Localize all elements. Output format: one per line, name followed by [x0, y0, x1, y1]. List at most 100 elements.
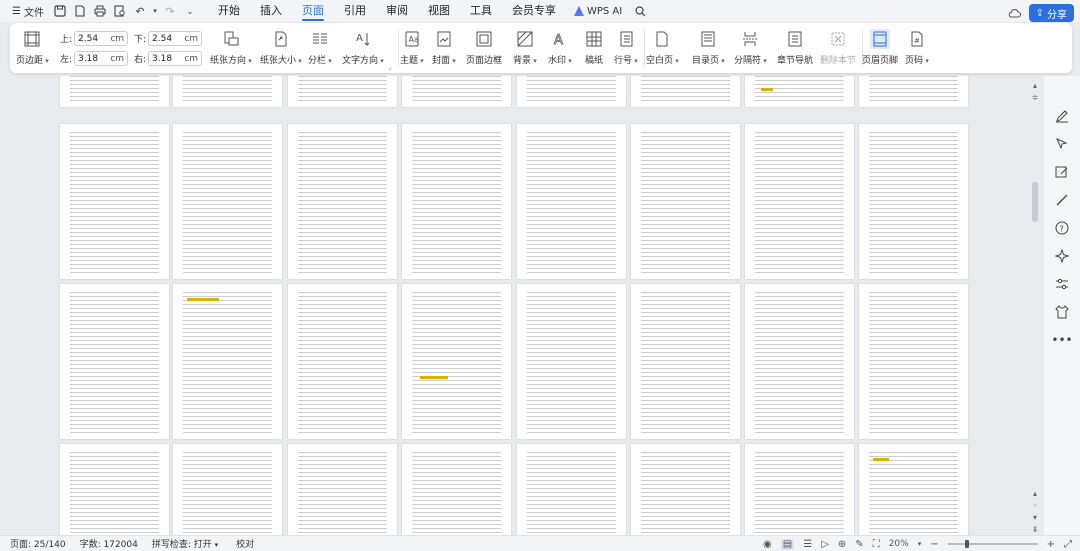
proofread-button[interactable]: 校对 [218, 537, 254, 550]
page-thumbnail[interactable] [173, 444, 282, 536]
spell-check-toggle[interactable]: 拼写检查: 打开 ▾ [138, 537, 218, 550]
ribbon-group-expand-icon[interactable]: ⌟ [388, 63, 391, 71]
scroll-up-icon[interactable]: ▴ [1030, 80, 1040, 90]
chapter-nav-button[interactable]: 章节导航 [777, 29, 813, 66]
page-thumbnail[interactable] [173, 76, 282, 107]
manuscript-button[interactable]: 稿纸 [584, 29, 604, 66]
next-page-icon[interactable]: ▾ [1030, 512, 1040, 522]
export-pdf-icon[interactable] [70, 0, 90, 22]
page-jump-icon[interactable]: ◦ [1030, 500, 1040, 510]
blank-page-button[interactable]: 空白页 ▾ [646, 29, 679, 66]
vertical-scrollbar[interactable] [1031, 76, 1039, 536]
more-quick-access-icon[interactable]: ⌄ [180, 0, 200, 22]
page-thumbnail[interactable] [60, 124, 169, 279]
settings-sliders-icon[interactable] [1052, 274, 1072, 294]
zoom-out-icon[interactable]: − [930, 539, 938, 550]
outline-view-icon[interactable]: ☰ [803, 539, 812, 550]
toc-page-button[interactable]: 目录页 ▾ [692, 29, 725, 66]
web-view-icon[interactable]: ⊕ [838, 539, 846, 550]
margin-top-input[interactable]: 2.54 cm [74, 31, 129, 46]
scroll-down-icon[interactable]: ⇟ [1030, 524, 1040, 534]
page-thumbnail[interactable] [631, 124, 740, 279]
margins-button[interactable]: 页边距 ▾ [16, 29, 49, 66]
delete-section-button[interactable]: 删除本节 [820, 29, 856, 66]
read-mode-icon[interactable]: ▷ [821, 539, 829, 550]
page-thumbnail[interactable] [517, 444, 626, 536]
tab-page-layout[interactable]: 页面 [292, 0, 334, 22]
page-view-icon[interactable]: ▤ [780, 538, 795, 550]
magic-tools-icon[interactable] [1052, 190, 1072, 210]
page-thumbnail[interactable] [173, 284, 282, 439]
zoom-slider-knob[interactable] [964, 540, 969, 548]
page-thumbnail[interactable] [745, 76, 854, 107]
share-button[interactable]: ⇪ 分享 [1028, 4, 1074, 22]
tab-review[interactable]: 审阅 [376, 0, 418, 22]
page-thumbnail[interactable] [631, 284, 740, 439]
chevron-down-icon[interactable]: ▾ [918, 540, 922, 548]
page-thumbnail[interactable] [173, 124, 282, 279]
page-thumbnail[interactable] [402, 124, 511, 279]
page-thumbnail[interactable] [745, 284, 854, 439]
cover-button[interactable]: 封面 ▾ [432, 29, 456, 66]
tab-member[interactable]: 会员专享 [502, 0, 566, 22]
page-thumbnail[interactable] [288, 76, 397, 107]
save-icon[interactable] [50, 0, 70, 22]
page-thumbnail[interactable] [517, 124, 626, 279]
page-thumbnail[interactable] [60, 444, 169, 536]
header-footer-button[interactable]: 页眉页脚 [862, 29, 898, 66]
page-thumbnail[interactable] [859, 76, 968, 107]
scrollbar-thumb[interactable] [1032, 182, 1038, 222]
zoom-slider[interactable] [947, 540, 1038, 548]
theme-button[interactable]: Aa 主题 ▾ [400, 29, 424, 66]
text-direction-button[interactable]: A 文字方向 ▾ [342, 29, 384, 66]
tab-view[interactable]: 视图 [418, 0, 460, 22]
page-thumbnail[interactable] [859, 284, 968, 439]
background-button[interactable]: 背景 ▾ [513, 29, 537, 66]
tab-insert[interactable]: 插入 [250, 0, 292, 22]
page-thumbnail[interactable] [288, 124, 397, 279]
print-preview-icon[interactable] [110, 0, 130, 22]
page-thumbnail[interactable] [288, 284, 397, 439]
select-cursor-icon[interactable] [1052, 134, 1072, 154]
view-option-icon[interactable]: ≑ [1030, 92, 1040, 102]
search-icon[interactable] [630, 0, 650, 22]
page-thumbnail[interactable] [859, 444, 968, 536]
page-thumbnail[interactable] [402, 76, 511, 107]
style-shirt-icon[interactable] [1052, 302, 1072, 322]
columns-button[interactable]: 分栏 ▾ [308, 29, 332, 66]
page-thumbnail[interactable] [402, 444, 511, 536]
page-thumbnail[interactable] [859, 124, 968, 279]
watermark-button[interactable]: A 水印 ▾ [548, 29, 572, 66]
separator-button[interactable]: 分隔符 ▾ [734, 29, 767, 66]
pen-icon[interactable] [1052, 106, 1072, 126]
page-thumbnail[interactable] [517, 284, 626, 439]
undo-dropdown-icon[interactable]: ▾ [150, 0, 160, 22]
page-thumbnail[interactable] [517, 76, 626, 107]
eye-protection-icon[interactable]: ◉ [763, 539, 772, 550]
ai-assistant-icon[interactable] [1052, 246, 1072, 266]
redo-icon[interactable]: ↷ [160, 0, 180, 22]
page-thumbnail[interactable] [631, 444, 740, 536]
edit-document-icon[interactable] [1052, 162, 1072, 182]
page-border-button[interactable]: 页面边框 [466, 29, 502, 66]
page-thumbnail[interactable] [631, 76, 740, 107]
help-icon[interactable]: ? [1052, 218, 1072, 238]
page-thumbnail[interactable] [745, 124, 854, 279]
undo-icon[interactable]: ↶ [130, 0, 150, 22]
tab-references[interactable]: 引用 [334, 0, 376, 22]
page-number-button[interactable]: # 页码 ▾ [905, 29, 929, 66]
orientation-button[interactable]: 纸张方向 ▾ [210, 29, 252, 66]
print-icon[interactable] [90, 0, 110, 22]
tab-home[interactable]: 开始 [208, 0, 250, 22]
page-indicator[interactable]: 页面: 25/140 [0, 537, 66, 550]
fit-page-icon[interactable]: ⛶ [873, 539, 880, 550]
zoom-in-icon[interactable]: + [1047, 539, 1055, 550]
page-thumbnail[interactable] [60, 76, 169, 107]
paper-size-button[interactable]: 纸张大小 ▾ [260, 29, 302, 66]
margin-left-input[interactable]: 3.18 cm [74, 51, 129, 66]
margin-bottom-input[interactable]: 2.54 cm [148, 31, 203, 46]
line-number-button[interactable]: 行号 ▾ [614, 29, 638, 66]
page-thumbnail[interactable] [402, 284, 511, 439]
cloud-sync-icon[interactable] [1007, 2, 1023, 24]
file-menu[interactable]: ☰ 文件 [0, 0, 50, 22]
